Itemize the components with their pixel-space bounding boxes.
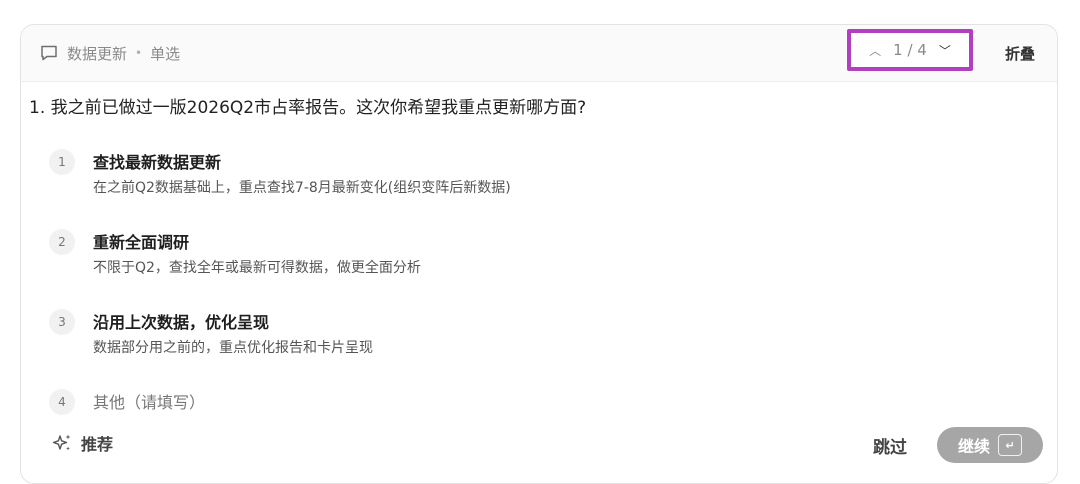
recommend-label: 推荐 bbox=[81, 435, 114, 454]
continue-label: 继续 bbox=[957, 437, 990, 456]
fold-button[interactable]: 折叠 bbox=[1005, 25, 1035, 81]
option-title: 沿用上次数据，优化呈现 bbox=[93, 313, 270, 332]
option-item-4[interactable]: 4 其他（请填写） bbox=[49, 383, 1029, 423]
continue-button[interactable]: 继续 ↵ bbox=[937, 427, 1043, 463]
option-number: 2 bbox=[49, 229, 75, 255]
question-card: 数据更新 • 单选 ︿ 1 / 4 ﹀ 折叠 1. 我之前已做过一版2026Q2… bbox=[20, 24, 1058, 484]
mode-label: 单选 bbox=[150, 44, 181, 63]
option-number: 1 bbox=[49, 149, 75, 175]
header-meta: 数据更新 • 单选 bbox=[39, 25, 180, 81]
question-text: 1. 我之前已做过一版2026Q2市占率报告。这次你希望我重点更新哪方面? bbox=[29, 98, 587, 118]
chevron-down-icon[interactable]: ﹀ bbox=[939, 42, 951, 59]
separator-dot: • bbox=[135, 46, 143, 60]
category-label: 数据更新 bbox=[67, 44, 128, 63]
chevron-up-icon[interactable]: ︿ bbox=[869, 42, 881, 59]
option-number: 4 bbox=[49, 389, 75, 415]
option-title: 重新全面调研 bbox=[93, 233, 190, 252]
card-footer: 推荐 跳过 继续 ↵ bbox=[21, 423, 1057, 469]
sparkle-icon bbox=[52, 434, 71, 451]
question-pager: ︿ 1 / 4 ﹀ bbox=[847, 29, 973, 71]
recommend-button[interactable]: 推荐 bbox=[51, 431, 113, 455]
option-item-2[interactable]: 2 重新全面调研 不限于Q2，查找全年或最新可得数据，做更全面分析 bbox=[49, 223, 1029, 303]
enter-key-icon: ↵ bbox=[998, 434, 1022, 456]
options-list: 1 查找最新数据更新 在之前Q2数据基础上，重点查找7-8月最新变化(组织变阵后… bbox=[49, 143, 1029, 423]
pager-text: 1 / 4 bbox=[893, 41, 927, 59]
option-title: 其他（请填写） bbox=[93, 393, 206, 412]
option-description: 数据部分用之前的，重点优化报告和卡片呈现 bbox=[93, 340, 373, 356]
option-description: 不限于Q2，查找全年或最新可得数据，做更全面分析 bbox=[93, 260, 421, 276]
option-number: 3 bbox=[49, 309, 75, 335]
option-item-1[interactable]: 1 查找最新数据更新 在之前Q2数据基础上，重点查找7-8月最新变化(组织变阵后… bbox=[49, 143, 1029, 223]
option-item-3[interactable]: 3 沿用上次数据，优化呈现 数据部分用之前的，重点优化报告和卡片呈现 bbox=[49, 303, 1029, 383]
card-header: 数据更新 • 单选 ︿ 1 / 4 ﹀ 折叠 bbox=[21, 25, 1057, 82]
option-title: 查找最新数据更新 bbox=[93, 153, 222, 172]
option-description: 在之前Q2数据基础上，重点查找7-8月最新变化(组织变阵后新数据) bbox=[93, 180, 511, 196]
skip-button[interactable]: 跳过 bbox=[873, 433, 907, 458]
chat-bubble-icon bbox=[41, 45, 57, 61]
